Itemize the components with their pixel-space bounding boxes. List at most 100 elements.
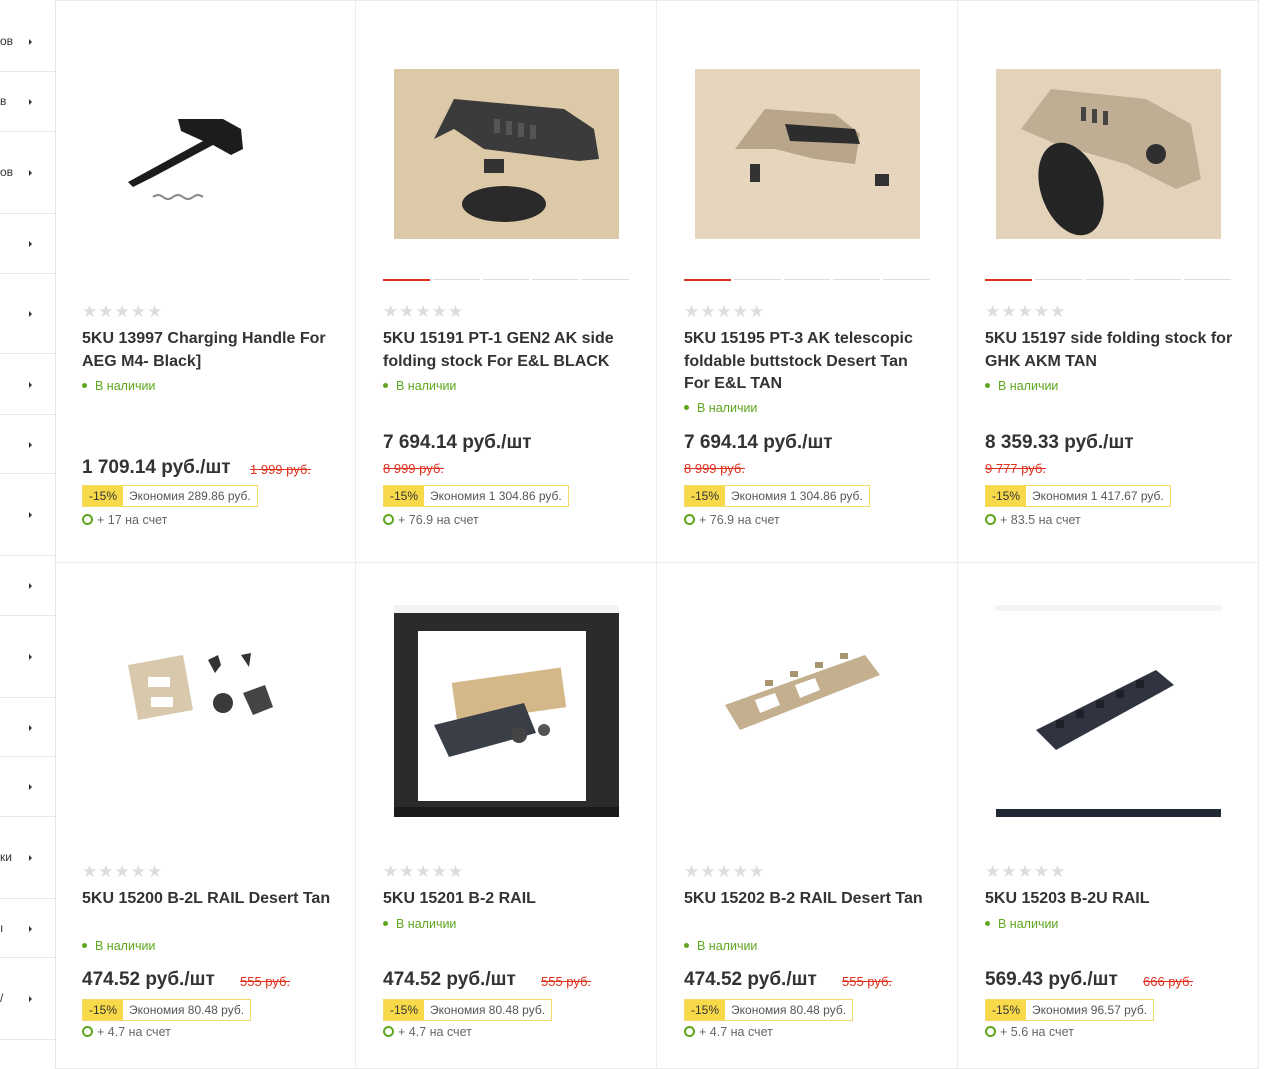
product-card[interactable]: ★★★★★ 5KU 15191 PT-1 GEN2 AK side folding… — [356, 1, 657, 563]
bonus-points: + 76.9 на счет — [684, 513, 780, 527]
stock-status: В наличии — [684, 401, 757, 415]
product-title-link[interactable]: 5KU 15202 B-2 RAIL Desert Tan — [684, 888, 934, 911]
bonus-coin-icon — [684, 514, 695, 525]
product-card[interactable]: ★★★★★ 5KU 13997 Charging Handle For AEG M… — [55, 1, 356, 563]
slider-dot[interactable] — [1034, 279, 1082, 280]
product-card[interactable]: ★★★★★ 5KU 15197 side folding stock for GH… — [958, 1, 1259, 563]
stock-status: В наличии — [82, 939, 155, 953]
sidebar-item[interactable] — [0, 474, 55, 556]
savings-amount: Экономия 96.57 руб. — [1026, 1000, 1154, 1020]
slider-dot[interactable] — [733, 279, 781, 280]
image-slider-dots[interactable] — [684, 279, 930, 281]
sidebar-item[interactable]: / — [0, 958, 55, 1040]
bonus-points-label: + 4.7 на счет — [97, 1025, 171, 1039]
sidebar-item-label: в — [0, 94, 7, 108]
sidebar-item[interactable] — [0, 556, 55, 616]
discount-percent: -15% — [83, 1000, 124, 1020]
product-title-link[interactable]: 5KU 15203 B-2U RAIL — [985, 888, 1235, 911]
bonus-points-label: + 4.7 на счет — [398, 1025, 472, 1039]
stock-status: В наличии — [684, 939, 757, 953]
slider-dot[interactable] — [684, 279, 731, 281]
chevron-right-icon — [29, 784, 32, 790]
slider-dot[interactable] — [532, 279, 580, 280]
bonus-points: + 5.6 на счет — [985, 1025, 1074, 1039]
slider-dot[interactable] — [833, 279, 881, 280]
product-title-link[interactable]: 5KU 13997 Charging Handle For AEG M4- Bl… — [82, 328, 332, 373]
sidebar-item[interactable] — [0, 698, 55, 757]
product-card[interactable]: ★★★★★ 5KU 15195 PT-3 AK telescopic foldab… — [657, 1, 958, 563]
product-image[interactable] — [394, 605, 619, 817]
rating-stars[interactable]: ★★★★★ — [985, 862, 1066, 882]
sidebar-item[interactable] — [0, 214, 55, 274]
price: 8 359.33 руб./шт — [985, 432, 1134, 453]
product-card[interactable]: ★★★★★ 5KU 15201 B-2 RAIL В наличии 474.52 р… — [356, 563, 657, 1069]
product-title-link[interactable]: 5KU 15197 side folding stock for GHK AKM… — [985, 328, 1235, 373]
sidebar-item[interactable] — [0, 274, 55, 354]
discount-badge: -15% Экономия 1 304.86 руб. — [383, 485, 569, 507]
slider-dot[interactable] — [383, 279, 430, 281]
slider-dot[interactable] — [985, 279, 1032, 281]
rating-stars[interactable]: ★★★★★ — [383, 862, 464, 882]
rating-stars[interactable]: ★★★★★ — [684, 862, 765, 882]
product-card[interactable]: ★★★★★ 5KU 15203 B-2U RAIL В наличии 569.43 … — [958, 563, 1259, 1069]
product-title-link[interactable]: 5KU 15201 B-2 RAIL — [383, 888, 633, 911]
stock-status-label: В наличии — [396, 379, 457, 393]
product-image[interactable] — [394, 69, 619, 239]
product-card[interactable]: ★★★★★ 5KU 15200 B-2L RAIL Desert Tan В нал… — [55, 563, 356, 1069]
sidebar-item-label: ки — [0, 850, 12, 864]
product-card[interactable]: ★★★★★ 5KU 15202 B-2 RAIL Desert Tan В нали… — [657, 563, 958, 1069]
stock-status-label: В наличии — [396, 917, 457, 931]
slider-dot[interactable] — [1184, 279, 1231, 280]
sidebar-item[interactable]: в — [0, 72, 55, 132]
rating-stars[interactable]: ★★★★★ — [383, 302, 464, 322]
product-image[interactable] — [996, 605, 1221, 817]
product-image[interactable] — [996, 69, 1221, 239]
bonus-points: + 17 на счет — [82, 513, 167, 527]
bonus-points: + 4.7 на счет — [383, 1025, 472, 1039]
discount-percent: -15% — [685, 486, 726, 506]
product-image[interactable] — [695, 69, 920, 239]
slider-dot[interactable] — [1084, 279, 1132, 280]
product-image[interactable] — [695, 605, 920, 775]
sidebar-item[interactable]: ов — [0, 12, 55, 72]
sidebar-item[interactable]: ов — [0, 132, 55, 214]
sidebar-item-label: ов — [0, 165, 14, 179]
chevron-right-icon — [29, 441, 32, 448]
savings-amount: Экономия 289.86 руб. — [123, 486, 257, 506]
sidebar-item[interactable] — [0, 415, 55, 474]
slider-dot[interactable] — [482, 279, 530, 280]
slider-dot[interactable] — [883, 279, 930, 280]
sidebar-item[interactable]: ки — [0, 817, 55, 899]
sidebar-item[interactable] — [0, 354, 55, 415]
image-slider-dots[interactable] — [383, 279, 629, 281]
in-stock-dot-icon — [82, 383, 87, 388]
product-title-link[interactable]: 5KU 15200 B-2L RAIL Desert Tan — [82, 888, 332, 911]
discount-badge: -15% Экономия 80.48 руб. — [684, 999, 854, 1021]
slider-dot[interactable] — [1134, 279, 1182, 280]
sidebar-item[interactable]: ı — [0, 899, 55, 958]
bonus-points-label: + 17 на счет — [97, 513, 168, 527]
bonus-points-label: + 4.7 на счет — [699, 1025, 773, 1039]
rating-stars[interactable]: ★★★★★ — [82, 302, 163, 322]
sidebar-item[interactable] — [0, 757, 55, 817]
product-image[interactable] — [93, 69, 318, 239]
sidebar-item-label: / — [0, 991, 4, 1005]
stock-status: В наличии — [82, 379, 155, 393]
bonus-coin-icon — [684, 1026, 695, 1037]
slider-dot[interactable] — [582, 279, 629, 280]
in-stock-dot-icon — [684, 405, 689, 410]
product-title-link[interactable]: 5KU 15195 PT-3 AK telescopic foldable bu… — [684, 328, 934, 396]
rating-stars[interactable]: ★★★★★ — [82, 862, 163, 882]
rating-stars[interactable]: ★★★★★ — [985, 302, 1066, 322]
sidebar-item[interactable] — [0, 616, 55, 698]
old-price: 1 999 руб. — [250, 462, 311, 477]
slider-dot[interactable] — [432, 279, 480, 280]
bonus-coin-icon — [985, 514, 996, 525]
image-slider-dots[interactable] — [985, 279, 1231, 281]
product-image[interactable] — [93, 605, 318, 775]
in-stock-dot-icon — [383, 383, 388, 388]
slider-dot[interactable] — [783, 279, 831, 280]
category-sidebar: ов в ов ки ı / — [0, 0, 56, 1068]
product-title-link[interactable]: 5KU 15191 PT-1 GEN2 AK side folding stoc… — [383, 328, 633, 373]
rating-stars[interactable]: ★★★★★ — [684, 302, 765, 322]
